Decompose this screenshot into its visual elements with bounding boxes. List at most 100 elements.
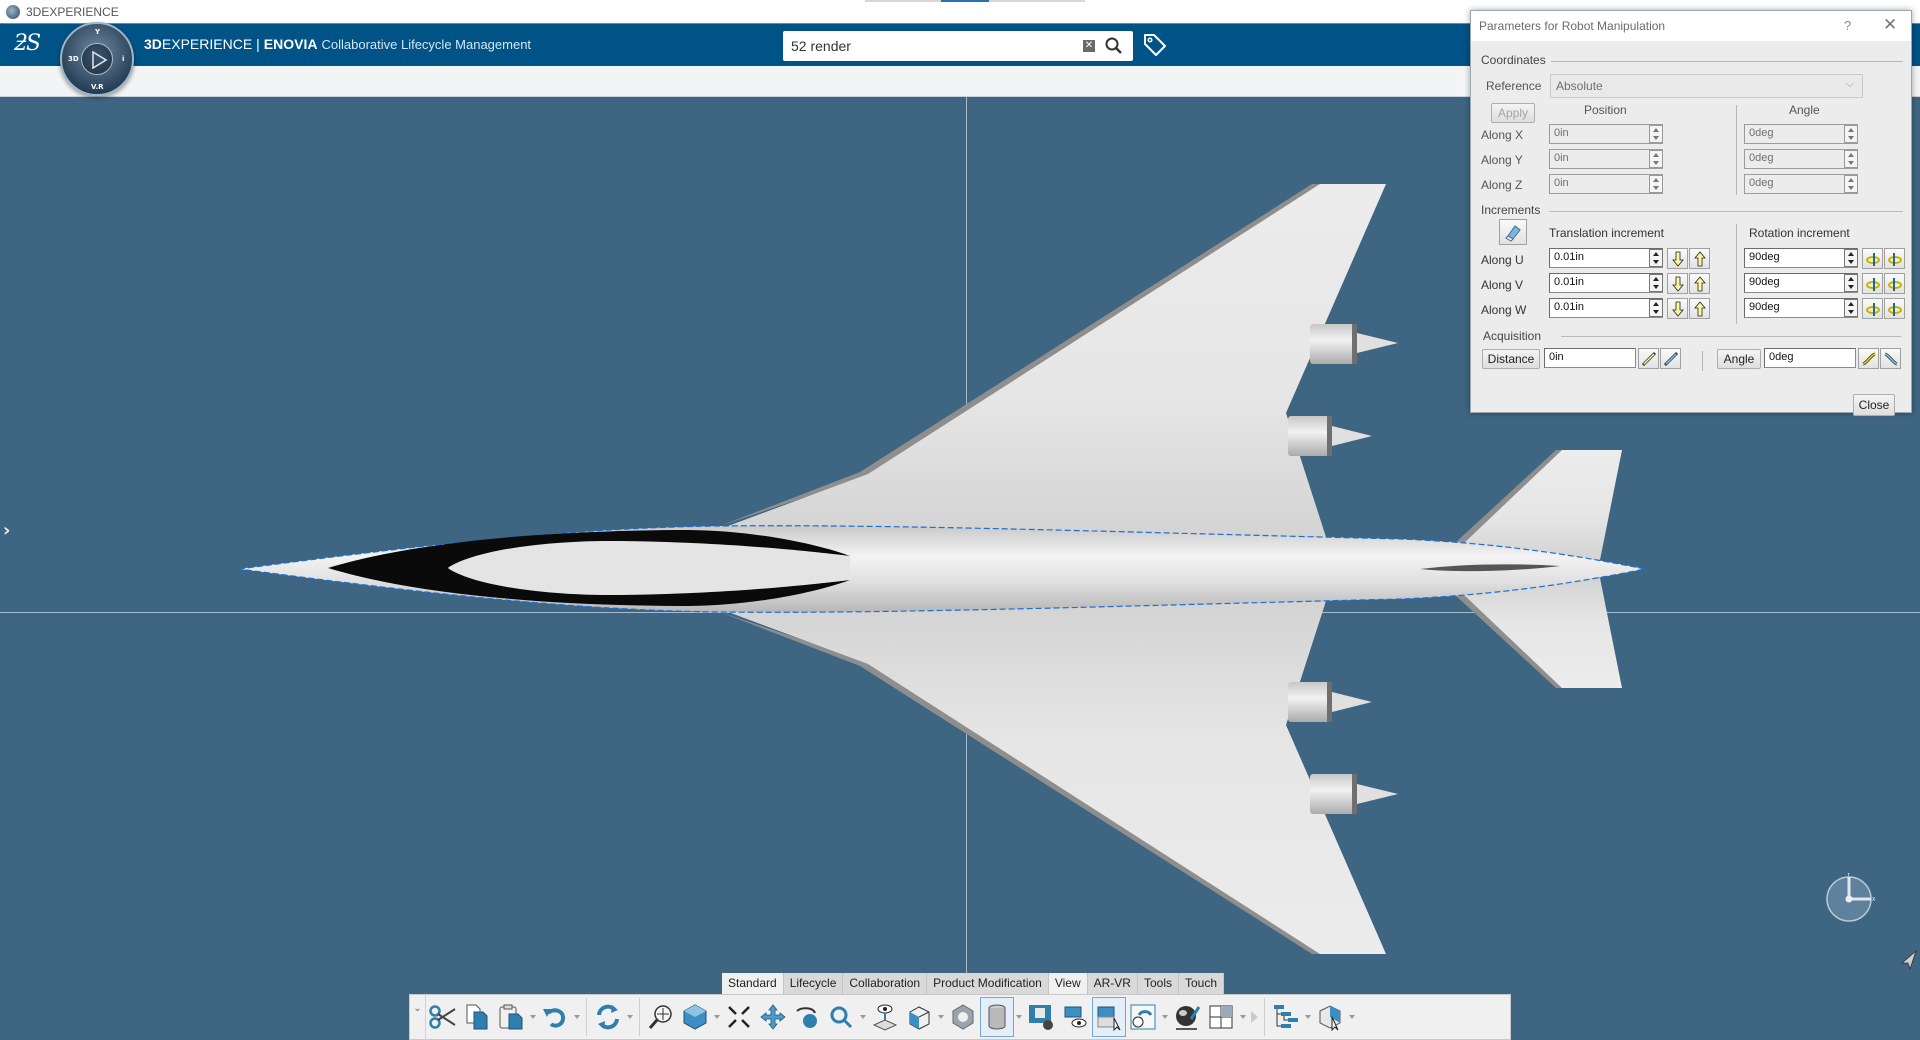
zoom-button[interactable]: [824, 997, 858, 1037]
position-x-spinner[interactable]: [1649, 125, 1663, 143]
toolbar-more-icon[interactable]: [1248, 997, 1260, 1037]
search-icon[interactable]: [1104, 36, 1124, 56]
apply-button[interactable]: Apply: [1491, 103, 1535, 123]
tab-standard[interactable]: Standard: [722, 973, 784, 994]
rotation-u-spinner[interactable]: [1844, 249, 1858, 267]
tab-product-modification[interactable]: Product Modification: [927, 973, 1049, 994]
dialog-title-bar[interactable]: Parameters for Robot Manipulation ? ✕: [1471, 11, 1911, 41]
tab-lifecycle[interactable]: Lifecycle: [783, 973, 844, 994]
translate-w-plus-button[interactable]: [1689, 298, 1710, 319]
multi-view-dropdown[interactable]: [1238, 997, 1248, 1037]
angle-x-field[interactable]: 0deg: [1744, 124, 1858, 144]
position-x-field[interactable]: 0in: [1549, 124, 1663, 144]
translation-v-field[interactable]: 0.01in: [1549, 273, 1663, 293]
normal-view-button[interactable]: [722, 997, 756, 1037]
translation-w-field[interactable]: 0.01in: [1549, 298, 1663, 318]
iso-view-button[interactable]: [678, 997, 712, 1037]
rotate-button[interactable]: [790, 997, 824, 1037]
render-button[interactable]: [1170, 997, 1204, 1037]
tab-view[interactable]: View: [1048, 973, 1088, 994]
distance-button[interactable]: Distance: [1482, 349, 1540, 369]
toolbar-collapse-icon[interactable]: ⌄: [410, 994, 426, 1040]
tab-collaboration[interactable]: Collaboration: [843, 973, 928, 994]
rotate-v-plus-button[interactable]: [1884, 273, 1905, 294]
hide-show-button[interactable]: [946, 997, 980, 1037]
shading-button[interactable]: [980, 997, 1014, 1037]
help-icon[interactable]: ?: [1844, 18, 1851, 33]
angle-y-spinner[interactable]: [1844, 150, 1858, 168]
position-y-field[interactable]: 0in: [1549, 149, 1663, 169]
rotation-w-spinner[interactable]: [1844, 299, 1858, 317]
distance-pick-button-1[interactable]: [1638, 348, 1659, 369]
rotate-u-plus-button[interactable]: [1884, 248, 1905, 269]
expand-panel-icon[interactable]: ›: [3, 522, 17, 540]
view-dropdown[interactable]: [712, 997, 722, 1037]
close-icon[interactable]: ✕: [1883, 15, 1897, 35]
update-dropdown[interactable]: [625, 997, 635, 1037]
angle-z-spinner[interactable]: [1844, 175, 1858, 193]
look-at-button[interactable]: [868, 997, 902, 1037]
tab-ar-vr[interactable]: AR-VR: [1087, 973, 1138, 994]
swap-visible-button[interactable]: [1058, 997, 1092, 1037]
distance-pick-button-2[interactable]: [1660, 348, 1681, 369]
translate-u-minus-button[interactable]: [1667, 248, 1688, 269]
angle-x-spinner[interactable]: [1844, 125, 1858, 143]
rotation-v-field[interactable]: 90deg: [1744, 273, 1858, 293]
undo-dropdown[interactable]: [572, 997, 582, 1037]
rotate-u-minus-button[interactable]: [1862, 248, 1883, 269]
tab-tools[interactable]: Tools: [1137, 973, 1179, 994]
angle-z-field[interactable]: 0deg: [1744, 174, 1858, 194]
undo-button[interactable]: [538, 997, 572, 1037]
position-z-field[interactable]: 0in: [1549, 174, 1663, 194]
clear-search-icon[interactable]: ✕: [1083, 40, 1095, 52]
angle-pick-button-2[interactable]: [1880, 348, 1901, 369]
tree-button[interactable]: [1269, 997, 1303, 1037]
rotation-u-field[interactable]: 90deg: [1744, 248, 1858, 268]
translate-v-minus-button[interactable]: [1667, 273, 1688, 294]
wireframe-dropdown[interactable]: [936, 997, 946, 1037]
timeline-button[interactable]: [1126, 997, 1160, 1037]
wireframe-view-button[interactable]: [902, 997, 936, 1037]
tree-dropdown[interactable]: [1303, 997, 1313, 1037]
view-select-button[interactable]: [1313, 997, 1347, 1037]
angle-pick-button-1[interactable]: [1858, 348, 1879, 369]
angle-y-field[interactable]: 0deg: [1744, 149, 1858, 169]
position-y-spinner[interactable]: [1649, 150, 1663, 168]
shading-dropdown[interactable]: [1014, 997, 1024, 1037]
search-input[interactable]: [791, 35, 1061, 57]
pan-button[interactable]: [756, 997, 790, 1037]
timeline-dropdown[interactable]: [1160, 997, 1170, 1037]
angle-button[interactable]: Angle: [1717, 349, 1761, 369]
reset-increments-button[interactable]: [1499, 219, 1527, 245]
translate-w-minus-button[interactable]: [1667, 298, 1688, 319]
tab-touch[interactable]: Touch: [1179, 973, 1225, 994]
translation-u-spinner[interactable]: [1649, 249, 1663, 267]
position-z-spinner[interactable]: [1649, 175, 1663, 193]
select-visible-button[interactable]: [1092, 997, 1126, 1037]
multi-view-button[interactable]: [1204, 997, 1238, 1037]
rotate-v-minus-button[interactable]: [1862, 273, 1883, 294]
robot-axis-widget[interactable]: Y X: [1823, 873, 1875, 925]
rotate-w-plus-button[interactable]: [1884, 298, 1905, 319]
copy-button[interactable]: [460, 997, 494, 1037]
paste-dropdown[interactable]: [528, 997, 538, 1037]
view-select-dropdown[interactable]: [1347, 997, 1357, 1037]
translation-w-spinner[interactable]: [1649, 299, 1663, 317]
angle-field[interactable]: 0deg: [1764, 348, 1856, 368]
play-button[interactable]: [81, 43, 113, 75]
translate-v-plus-button[interactable]: [1689, 273, 1710, 294]
cut-button[interactable]: [426, 997, 460, 1037]
translate-u-plus-button[interactable]: [1689, 248, 1710, 269]
tag-icon[interactable]: [1142, 32, 1168, 58]
ds-logo[interactable]: ƻS: [14, 30, 41, 58]
translation-u-field[interactable]: 0.01in: [1549, 248, 1663, 268]
rotation-v-spinner[interactable]: [1844, 274, 1858, 292]
reference-select[interactable]: Absolute ⌵: [1550, 74, 1863, 98]
close-button[interactable]: Close: [1853, 394, 1895, 416]
zoom-dropdown[interactable]: [858, 997, 868, 1037]
view-settings-button[interactable]: [1024, 997, 1058, 1037]
update-button[interactable]: [591, 997, 625, 1037]
rotation-w-field[interactable]: 90deg: [1744, 298, 1858, 318]
paste-button[interactable]: [494, 997, 528, 1037]
fit-all-button[interactable]: [644, 997, 678, 1037]
